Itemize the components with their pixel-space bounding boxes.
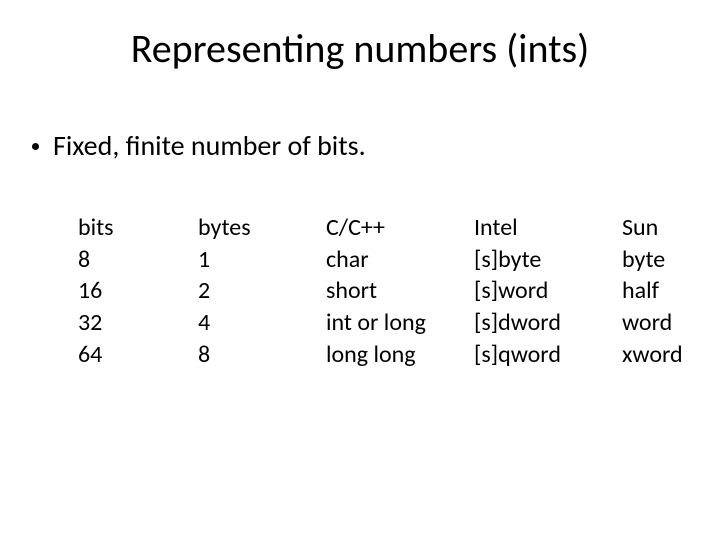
table-cell: 32 (78, 307, 198, 339)
bullet-dot-icon (32, 143, 39, 150)
table-cell: [s]qword (474, 339, 622, 371)
table-cell: [s]dword (474, 307, 622, 339)
table-cell: xword (622, 339, 712, 371)
table-cell: half (622, 275, 712, 307)
table-cell: 2 (198, 275, 326, 307)
table-cell: 4 (198, 307, 326, 339)
table-cell: word (622, 307, 712, 339)
column-header: Intel (474, 212, 622, 244)
column-bytes: bytes 1 2 4 8 (198, 212, 326, 370)
table-cell: 8 (78, 244, 198, 276)
table-cell: short (326, 275, 474, 307)
table-cell: 1 (198, 244, 326, 276)
bullet-item: Fixed, finite number of bits. (32, 128, 366, 163)
table-cell: long long (326, 339, 474, 371)
column-header: Sun (622, 212, 712, 244)
table-cell: char (326, 244, 474, 276)
column-intel: Intel [s]byte [s]word [s]dword [s]qword (474, 212, 622, 370)
column-sun: Sun byte half word xword (622, 212, 712, 370)
data-table: bits 8 16 32 64 bytes 1 2 4 8 C/C++ char… (78, 212, 712, 370)
table-cell: byte (622, 244, 712, 276)
column-c-cpp: C/C++ char short int or long long long (326, 212, 474, 370)
column-header: C/C++ (326, 212, 474, 244)
table-cell: 8 (198, 339, 326, 371)
column-bits: bits 8 16 32 64 (78, 212, 198, 370)
column-header: bits (78, 212, 198, 244)
page-title: Representing numbers (ints) (0, 24, 720, 73)
table-cell: 16 (78, 275, 198, 307)
table-cell: int or long (326, 307, 474, 339)
table-cell: 64 (78, 339, 198, 371)
bullet-text: Fixed, finite number of bits. (53, 128, 366, 163)
table-cell: [s]word (474, 275, 622, 307)
column-header: bytes (198, 212, 326, 244)
slide: Representing numbers (ints) Fixed, finit… (0, 0, 720, 540)
table-cell: [s]byte (474, 244, 622, 276)
